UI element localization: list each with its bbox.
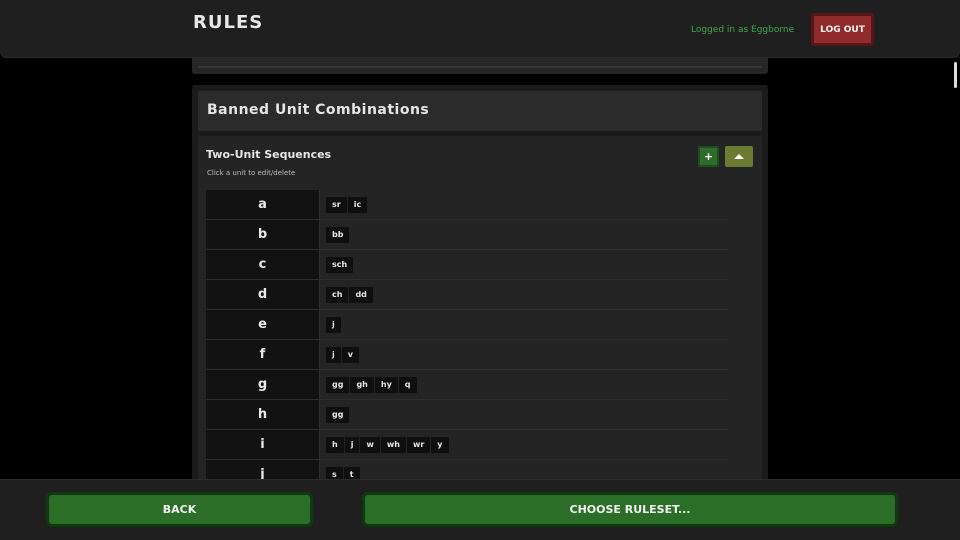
table-row: fjv bbox=[206, 340, 728, 370]
page-title: RULES bbox=[193, 12, 264, 33]
unit-chip[interactable]: sr bbox=[326, 196, 347, 213]
unit-chip[interactable]: j bbox=[326, 346, 341, 363]
table-row: d ch dd bbox=[206, 280, 728, 310]
table-row: b bb bbox=[206, 220, 728, 250]
unit-chip[interactable]: gg bbox=[326, 376, 350, 393]
unit-key[interactable]: c bbox=[206, 250, 320, 279]
unit-chip[interactable]: j bbox=[344, 436, 360, 453]
unit-key[interactable]: i bbox=[206, 430, 320, 459]
table-row: h gg bbox=[206, 400, 728, 430]
banned-combinations-panel: Banned Unit Combinations Two-Unit Sequen… bbox=[192, 85, 768, 485]
footer-bar: BACK CHOOSE RULESET... bbox=[0, 479, 960, 540]
table-row: g gg gh hy q bbox=[206, 370, 728, 400]
unit-chip[interactable]: j bbox=[326, 316, 341, 333]
unit-chip[interactable]: bb bbox=[326, 226, 350, 243]
unit-key[interactable]: g bbox=[206, 370, 320, 399]
unit-values: j bbox=[320, 310, 728, 339]
unit-key[interactable]: f bbox=[206, 340, 320, 369]
unit-chip[interactable]: wr bbox=[406, 436, 431, 453]
unit-chip[interactable]: sch bbox=[326, 256, 354, 273]
unit-chip[interactable]: dd bbox=[349, 286, 373, 303]
table-row: c sch bbox=[206, 250, 728, 280]
unit-chip[interactable]: wh bbox=[380, 436, 406, 453]
unit-values: ch dd bbox=[320, 280, 728, 309]
unit-key[interactable]: d bbox=[206, 280, 320, 309]
login-status: Logged in as Eggborne bbox=[691, 25, 795, 35]
unit-chip[interactable]: gg bbox=[326, 406, 350, 423]
section-title: Banned Unit Combinations bbox=[207, 102, 430, 118]
unit-chip[interactable]: hy bbox=[374, 376, 398, 393]
divider bbox=[198, 66, 762, 68]
app-header: RULES Logged in as Eggborne LOG OUT bbox=[0, 0, 960, 58]
scrollbar[interactable] bbox=[954, 62, 957, 88]
unit-key[interactable]: a bbox=[206, 190, 320, 219]
unit-chip[interactable]: q bbox=[398, 376, 417, 393]
unit-values: gg gh hy q bbox=[320, 370, 728, 399]
unit-chip[interactable]: y bbox=[431, 436, 449, 453]
unit-chip[interactable]: gh bbox=[350, 376, 374, 393]
unit-key[interactable]: h bbox=[206, 400, 320, 429]
unit-key[interactable]: e bbox=[206, 310, 320, 339]
add-sequence-button[interactable]: + bbox=[698, 146, 719, 167]
unit-chip[interactable]: h bbox=[326, 436, 344, 453]
previous-section-panel bbox=[192, 58, 768, 74]
table-row: i h j w wh wr y bbox=[206, 430, 728, 460]
choose-ruleset-button[interactable]: CHOOSE RULESET... bbox=[362, 492, 898, 527]
unit-chip[interactable]: ic bbox=[347, 196, 368, 213]
back-button[interactable]: BACK bbox=[46, 492, 313, 527]
table-row: a sr ic bbox=[206, 190, 728, 220]
unit-key[interactable]: b bbox=[206, 220, 320, 249]
triangle-up-icon bbox=[734, 154, 744, 159]
two-unit-sequences-card: Two-Unit Sequences Click a unit to edit/… bbox=[198, 136, 762, 485]
table-row: ej bbox=[206, 310, 728, 340]
unit-values: gg bbox=[320, 400, 728, 429]
unit-values: bb bbox=[320, 220, 728, 249]
subsection-hint: Click a unit to edit/delete bbox=[207, 169, 296, 177]
unit-chip[interactable]: w bbox=[360, 436, 380, 453]
unit-values: sch bbox=[320, 250, 728, 279]
unit-values: sr ic bbox=[320, 190, 728, 219]
unit-chip[interactable]: v bbox=[341, 346, 359, 363]
unit-values: jv bbox=[320, 340, 728, 369]
unit-chip[interactable]: ch bbox=[326, 286, 349, 303]
unit-values: h j w wh wr y bbox=[320, 430, 728, 459]
subsection-title: Two-Unit Sequences bbox=[206, 148, 332, 161]
logout-button[interactable]: LOG OUT bbox=[811, 13, 874, 46]
section-header: Banned Unit Combinations bbox=[198, 91, 762, 131]
collapse-button[interactable] bbox=[725, 146, 753, 167]
sequence-table: a sr ic b bb c sch d ch dd e j f j v g gg gh hy q h gg i h j w wh w… bbox=[206, 190, 728, 485]
